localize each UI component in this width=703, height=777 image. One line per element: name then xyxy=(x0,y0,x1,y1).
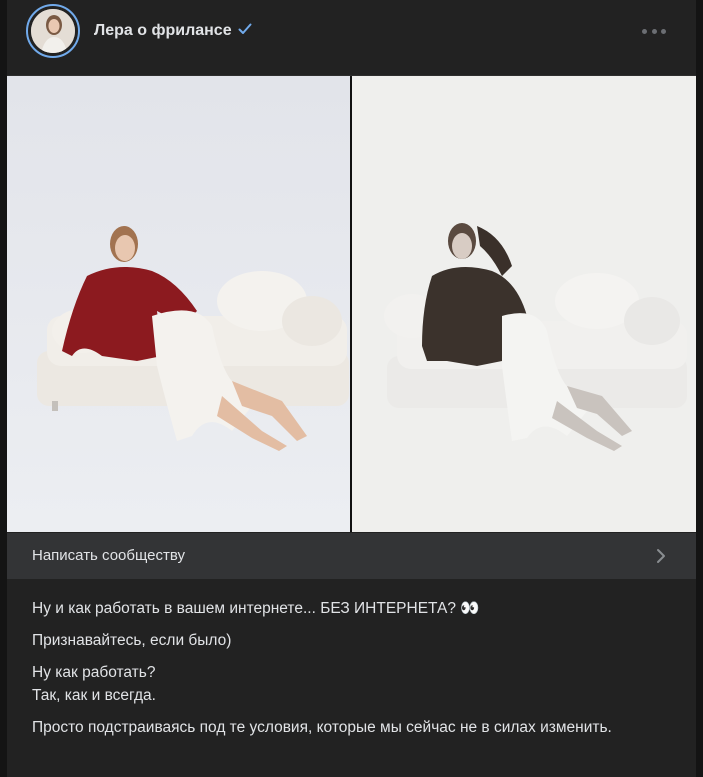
community-title[interactable]: Лера о фрилансе xyxy=(94,22,252,40)
more-dots-icon[interactable] xyxy=(642,23,666,39)
photo-gallery xyxy=(7,76,696,532)
community-name[interactable]: Лера о фрилансе xyxy=(94,22,232,40)
post-header: Лера о фрилансе xyxy=(7,0,696,76)
photo-right[interactable] xyxy=(352,76,696,532)
post-line-3a: Ну как работать? xyxy=(32,664,156,681)
post-paragraph-4: Просто подстраиваясь под те условия, кот… xyxy=(32,719,612,736)
message-community-button[interactable]: Написать сообществу xyxy=(7,533,696,579)
post-paragraph-2: Признавайтесь, если было) xyxy=(32,632,232,649)
post-text: Ну и как работать в вашем интернете... Б… xyxy=(32,597,672,748)
photo-left[interactable] xyxy=(7,76,350,532)
post-paragraph-3: Ну как работать? Так, как и всегда. xyxy=(32,661,672,707)
post-card: Лера о фрилансе Написать сообществу Ну и… xyxy=(7,0,696,777)
post-paragraph-1: Ну и как работать в вашем интернете... Б… xyxy=(32,600,480,617)
cta-label: Написать сообществу xyxy=(32,547,186,564)
post-line-3b: Так, как и всегда. xyxy=(32,687,156,704)
chevron-right-icon xyxy=(656,548,666,569)
avatar-image xyxy=(31,9,75,53)
verified-check-icon xyxy=(238,22,252,40)
avatar[interactable] xyxy=(26,4,80,58)
